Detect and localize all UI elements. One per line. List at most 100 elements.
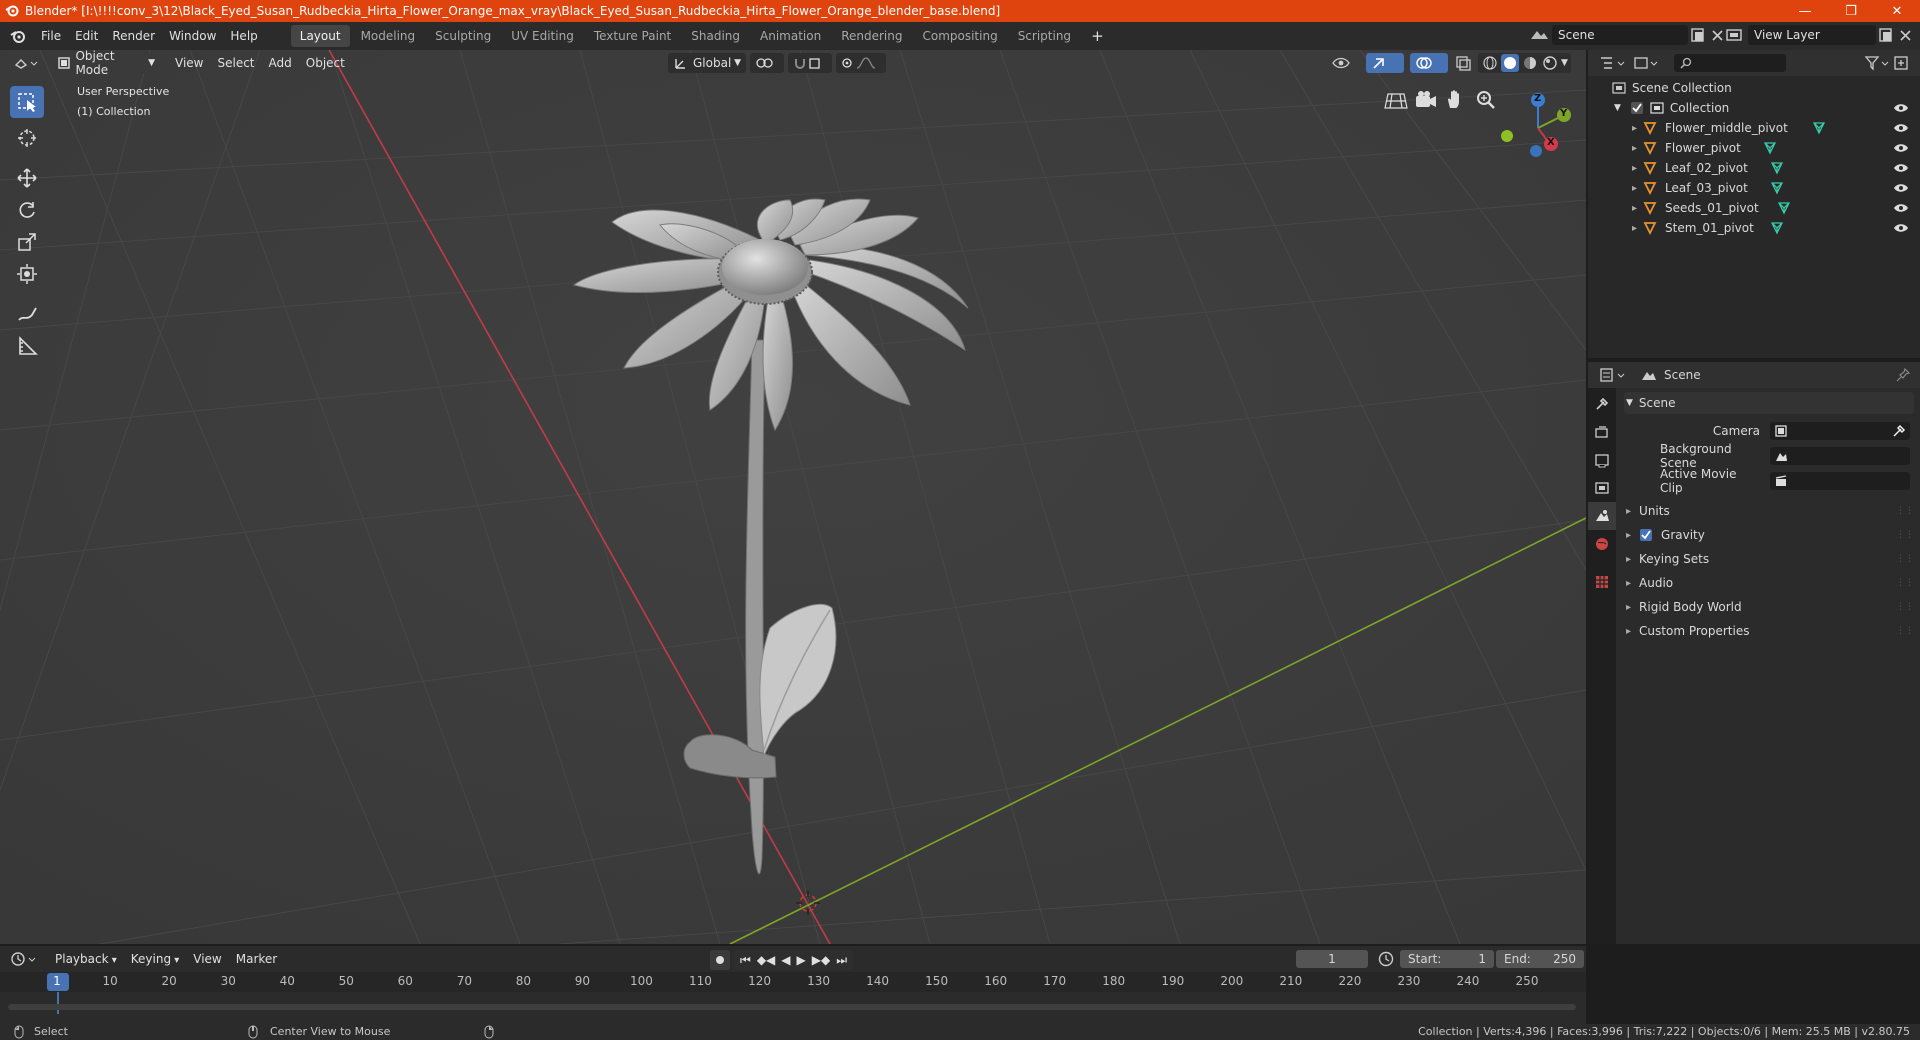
drag-grip-icon[interactable]: ⋮⋮ (1896, 554, 1914, 564)
view-layer-name-field[interactable]: View Layer (1748, 25, 1876, 45)
rendered-shading-icon[interactable] (1541, 54, 1559, 72)
drag-grip-icon[interactable]: ⋮⋮ (1896, 506, 1914, 516)
object-mode-dropdown[interactable]: Object Mode ▼ (52, 49, 160, 77)
new-scene-icon[interactable] (1688, 26, 1708, 44)
next-keyframe-icon[interactable]: ▶◆ (812, 953, 830, 967)
filter-icon[interactable] (1864, 54, 1892, 72)
panel-units[interactable]: ▸ Units ⋮⋮ (1624, 500, 1914, 522)
camera-view-icon[interactable] (1413, 88, 1439, 112)
tab-shading[interactable]: Shading (682, 25, 749, 47)
tab-texture-paint[interactable]: Texture Paint (585, 25, 680, 47)
eye-icon[interactable] (1893, 222, 1909, 234)
delete-view-layer-icon[interactable] (1896, 26, 1916, 44)
new-collection-icon[interactable] (1892, 54, 1914, 72)
outliner-object-row[interactable]: ▸ Leaf_03_pivot (1588, 178, 1920, 198)
play-icon[interactable]: ▶ (797, 953, 806, 967)
close-button[interactable]: ✕ (1874, 0, 1920, 22)
eye-icon[interactable] (1893, 142, 1909, 154)
viewport-menu-object[interactable]: Object (299, 52, 352, 74)
gizmo-toggle[interactable] (1366, 53, 1404, 73)
record-button[interactable] (710, 950, 730, 970)
drag-grip-icon[interactable]: ⋮⋮ (1896, 530, 1914, 540)
outliner-object-row[interactable]: ▸ Stem_01_pivot (1588, 218, 1920, 238)
expand-arrow-icon[interactable]: ▸ (1632, 183, 1637, 194)
panel-keying-sets[interactable]: ▸ Keying Sets ⋮⋮ (1624, 548, 1914, 570)
panel-rigid-body-world[interactable]: ▸ Rigid Body World ⋮⋮ (1624, 596, 1914, 618)
mesh-data-icon[interactable] (1777, 201, 1791, 215)
tab-compositing[interactable]: Compositing (913, 25, 1006, 47)
tab-animation[interactable]: Animation (751, 25, 830, 47)
property-value-field[interactable] (1770, 472, 1910, 490)
visibility-selectability-icon[interactable] (1330, 54, 1360, 72)
tab-sculpting[interactable]: Sculpting (426, 25, 500, 47)
outliner-collection[interactable]: ▼ Collection (1588, 98, 1920, 118)
timeline-menu-view[interactable]: View (186, 948, 228, 970)
panel-audio[interactable]: ▸ Audio ⋮⋮ (1624, 572, 1914, 594)
3d-viewport[interactable] (0, 50, 1586, 944)
eye-icon[interactable] (1893, 202, 1909, 214)
material-shading-icon[interactable] (1521, 54, 1539, 72)
checkbox-icon[interactable] (1630, 101, 1644, 115)
expand-arrow-icon[interactable]: ▸ (1632, 123, 1637, 134)
blender-menu-icon[interactable] (10, 28, 26, 44)
pan-view-icon[interactable] (1443, 88, 1469, 112)
maximize-button[interactable]: ❐ (1828, 0, 1874, 22)
panel-gravity[interactable]: ▸ Gravity ⋮⋮ (1624, 524, 1914, 546)
scale-tool[interactable] (10, 226, 44, 258)
tab-scene[interactable] (1588, 502, 1616, 530)
rotate-tool[interactable] (10, 194, 44, 226)
expand-arrow-icon[interactable]: ▸ (1632, 163, 1637, 174)
transform-orientation-dropdown[interactable]: Global ▼ (668, 53, 746, 73)
panel-custom-properties[interactable]: ▸ Custom Properties ⋮⋮ (1624, 620, 1914, 642)
new-view-layer-icon[interactable] (1876, 26, 1896, 44)
viewport-menu-add[interactable]: Add (262, 52, 299, 74)
perspective-toggle-icon[interactable] (1383, 88, 1409, 112)
timeline-scrollbar[interactable] (8, 1004, 1576, 1010)
tab-texture[interactable] (1588, 568, 1616, 596)
select-box-tool[interactable] (10, 86, 44, 118)
proportional-edit-toggle[interactable] (836, 53, 886, 73)
viewport-menu-select[interactable]: Select (210, 52, 261, 74)
transform-tool[interactable] (10, 258, 44, 290)
expand-arrow-icon[interactable]: ▸ (1632, 223, 1637, 234)
eyedropper-icon[interactable] (1892, 424, 1906, 438)
outliner-object-row[interactable]: ▸ Flower_pivot (1588, 138, 1920, 158)
expand-arrow-icon[interactable]: ▸ (1632, 203, 1637, 214)
viewport-scene[interactable] (0, 50, 1586, 944)
viewlayer-selector[interactable]: View Layer (1724, 25, 1916, 45)
mesh-data-icon[interactable] (1770, 161, 1784, 175)
tab-view-layer[interactable] (1588, 474, 1616, 502)
play-reverse-icon[interactable]: ◀ (781, 953, 790, 967)
gravity-checkbox[interactable] (1639, 528, 1653, 542)
outliner-object-row[interactable]: ▸ Leaf_02_pivot (1588, 158, 1920, 178)
mesh-data-icon[interactable] (1763, 141, 1777, 155)
current-frame-field[interactable]: 1 (1296, 950, 1368, 968)
scene-name-field[interactable]: Scene (1552, 25, 1688, 45)
timeline-menu-playback[interactable]: Playback ▾ (48, 948, 124, 970)
tab-output[interactable] (1588, 446, 1616, 474)
property-value-field[interactable] (1770, 447, 1910, 465)
viewport-menu-view[interactable]: View (168, 52, 210, 74)
annotate-tool[interactable] (10, 298, 44, 330)
menu-help[interactable]: Help (223, 25, 264, 47)
pivot-point-dropdown[interactable] (750, 53, 784, 73)
end-frame-field[interactable]: End: 250 (1496, 950, 1584, 968)
move-tool[interactable] (10, 162, 44, 194)
drag-grip-icon[interactable]: ⋮⋮ (1896, 578, 1914, 588)
tab-tool[interactable] (1588, 390, 1616, 418)
chevron-down-icon[interactable]: ▼ (1561, 54, 1568, 72)
tab-scripting[interactable]: Scripting (1009, 25, 1080, 47)
outliner-scene-collection[interactable]: Scene Collection (1588, 78, 1920, 98)
menu-render[interactable]: Render (105, 25, 162, 47)
property-value-field[interactable] (1770, 422, 1910, 440)
outliner-object-row[interactable]: ▸ Flower_middle_pivot (1588, 118, 1920, 138)
pin-icon[interactable] (1896, 368, 1910, 382)
timeline-menu-marker[interactable]: Marker (229, 948, 284, 970)
scene-panel-header[interactable]: ▼ Scene (1624, 392, 1914, 414)
scene-selector[interactable]: Scene (1528, 25, 1728, 45)
wireframe-shading-icon[interactable] (1481, 54, 1499, 72)
expand-arrow-icon[interactable]: ▼ (1614, 103, 1621, 113)
tab-rendering[interactable]: Rendering (832, 25, 911, 47)
frame-ruler[interactable]: 1 10 20 30 40 50 60 70 80 90 100 110 120 130 140 150 160… (0, 972, 1586, 992)
timeline-editor-icon[interactable] (10, 950, 42, 968)
